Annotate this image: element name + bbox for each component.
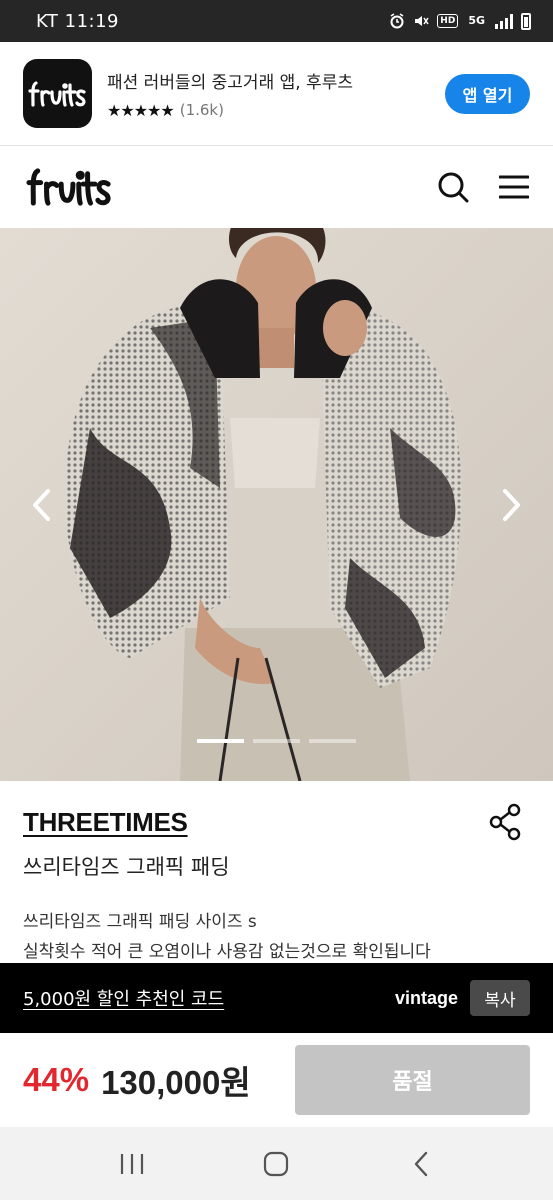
signal-icon xyxy=(495,13,513,29)
alarm-icon xyxy=(390,13,404,29)
product-image-carousel[interactable] xyxy=(0,228,553,781)
brand-link[interactable]: THREETIMES xyxy=(23,807,188,838)
status-bar: KT 11:19 HD 5G xyxy=(0,0,553,42)
app-install-banner: 패션 러버들의 중고거래 앱, 후루츠 ★★★★★ (1.6k) 앱 열기 xyxy=(0,42,553,146)
home-icon[interactable] xyxy=(256,1144,296,1184)
price: 130,000원 xyxy=(101,1064,251,1101)
carousel-prev-icon[interactable] xyxy=(26,485,56,525)
battery-icon xyxy=(521,12,531,30)
referral-discount-link[interactable]: 5,000원 할인 추천인 코드 xyxy=(23,985,224,1011)
app-info: 패션 러버들의 중고거래 앱, 후루츠 ★★★★★ (1.6k) xyxy=(107,68,353,120)
hd-icon: HD xyxy=(437,14,459,28)
open-app-button[interactable]: 앱 열기 xyxy=(445,73,530,114)
product-description: 실착횟수 적어 큰 오염이나 사용감 없는것으로 확인됩니다 xyxy=(23,942,431,962)
discount-rate: 44% xyxy=(23,1061,90,1098)
menu-icon[interactable] xyxy=(499,175,529,199)
search-icon[interactable] xyxy=(437,171,469,203)
rating-count: (1.6k) xyxy=(179,101,224,119)
app-title: 패션 러버들의 중고거래 앱, 후루츠 xyxy=(107,72,353,93)
share-icon[interactable] xyxy=(489,803,523,841)
5g-icon: 5G xyxy=(468,14,485,27)
carousel-indicator xyxy=(197,739,356,743)
carousel-dot[interactable] xyxy=(197,739,244,743)
app-rating: ★★★★★ (1.6k) xyxy=(107,101,353,120)
app-logo-icon[interactable] xyxy=(23,59,92,128)
product-photo xyxy=(0,228,553,781)
copy-code-button[interactable]: 복사 xyxy=(470,980,530,1016)
star-rating-icon: ★★★★★ xyxy=(107,100,175,120)
back-icon[interactable] xyxy=(401,1144,441,1184)
status-time: KT 11:19 xyxy=(36,10,119,32)
product-name: 쓰리타임즈 그래픽 패딩 xyxy=(23,855,230,879)
sold-out-button[interactable]: 품절 xyxy=(295,1045,530,1115)
carousel-dot[interactable] xyxy=(309,739,356,743)
system-nav-bar xyxy=(0,1127,553,1200)
carousel-dot[interactable] xyxy=(253,739,300,743)
fruits-logo[interactable] xyxy=(24,165,116,209)
referral-promo-bar: 5,000원 할인 추천인 코드 vintage 복사 xyxy=(0,963,553,1033)
purchase-bar: 44% 130,000원 품절 xyxy=(0,1033,553,1127)
site-header xyxy=(0,146,553,228)
fruits-logo-icon xyxy=(27,80,86,107)
product-description: 쓰리타임즈 그래픽 패딩 사이즈 s xyxy=(23,912,257,932)
referral-code: vintage xyxy=(394,987,458,1008)
header-icons xyxy=(437,171,529,203)
mute-icon xyxy=(415,16,429,26)
recent-apps-icon[interactable] xyxy=(112,1144,152,1184)
carousel-next-icon[interactable] xyxy=(497,485,527,525)
status-icons: HD 5G xyxy=(389,12,531,30)
